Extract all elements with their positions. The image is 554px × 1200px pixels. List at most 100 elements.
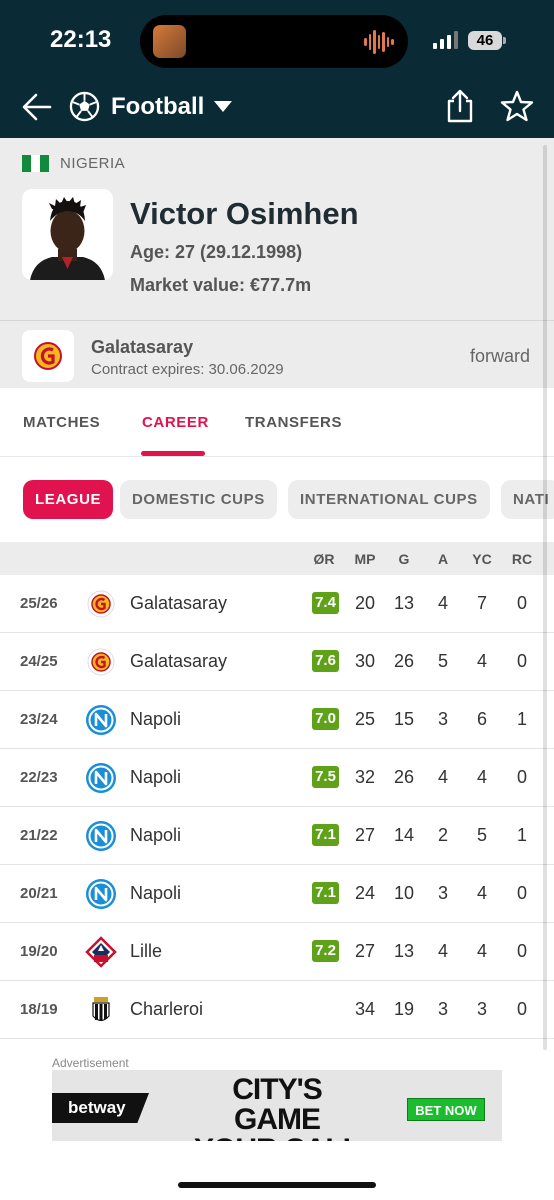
header-goals: G xyxy=(398,551,410,567)
rating-badge: 7.6 xyxy=(312,650,339,672)
tab-career[interactable]: CAREER xyxy=(142,414,209,431)
galatasaray-logo-icon xyxy=(85,646,117,678)
rating-badge: 7.2 xyxy=(312,940,339,962)
charleroi-logo-icon xyxy=(85,994,117,1026)
status-time: 22:13 xyxy=(50,26,112,53)
yc-cell: 3 xyxy=(476,999,487,1019)
yc-cell: 4 xyxy=(476,767,487,787)
chip-international-cups[interactable]: INTERNATIONAL CUPS xyxy=(288,480,490,519)
team-name-cell: Napoli xyxy=(130,767,182,787)
rc-cell: 0 xyxy=(516,941,527,961)
yc-cell: 4 xyxy=(476,883,487,903)
advertisement-area: Advertisement betway CITY'S GAME YOUR CA… xyxy=(0,1054,554,1200)
header-yellow-cards: YC xyxy=(472,551,492,567)
g-cell: 10 xyxy=(393,883,415,903)
mp-cell: 20 xyxy=(354,593,376,613)
team-name-cell: Napoli xyxy=(130,883,182,903)
rating-badge: 7.1 xyxy=(312,882,339,904)
cellular-signal-icon xyxy=(433,31,458,49)
table-row[interactable]: 23/24 Napoli 7.0 25 15 3 6 1 xyxy=(0,691,554,749)
caret-down-icon[interactable] xyxy=(214,101,232,113)
mp-cell: 34 xyxy=(354,999,376,1019)
rating-badge: 7.4 xyxy=(312,592,339,614)
rc-cell: 0 xyxy=(516,593,527,613)
football-icon xyxy=(69,91,100,122)
table-row[interactable]: 21/22 Napoli 7.1 27 14 2 5 1 xyxy=(0,807,554,865)
a-cell: 4 xyxy=(437,767,448,787)
table-row[interactable]: 20/21 Napoli 7.1 24 10 3 4 0 xyxy=(0,865,554,923)
team-name-cell: Napoli xyxy=(130,825,182,845)
table-row[interactable]: 24/25 Galatasaray 7.6 30 26 5 4 0 xyxy=(0,633,554,691)
battery-indicator: 46 xyxy=(468,31,506,50)
ad-banner[interactable]: betway CITY'S GAME YOUR CALL BET NOW xyxy=(52,1070,502,1141)
rc-cell: 0 xyxy=(516,767,527,787)
a-cell: 3 xyxy=(437,709,448,729)
season-cell: 22/23 xyxy=(20,769,58,786)
chip-league[interactable]: LEAGUE xyxy=(23,480,114,519)
napoli-logo-icon xyxy=(85,820,117,852)
favorite-star-icon[interactable] xyxy=(500,89,534,123)
a-cell: 2 xyxy=(437,825,448,845)
galatasaray-logo-icon xyxy=(85,588,117,620)
mp-cell: 30 xyxy=(354,651,376,671)
mp-cell: 27 xyxy=(354,941,376,961)
ad-headline: CITY'S GAME YOUR CALL xyxy=(194,1073,361,1142)
player-market-value: Market value: €77.7m xyxy=(130,275,312,295)
scrollbar[interactable] xyxy=(543,145,547,1050)
a-cell: 4 xyxy=(437,941,448,961)
player-age: Age: 27 (29.12.1998) xyxy=(130,242,303,262)
yc-cell: 4 xyxy=(476,651,487,671)
yc-cell: 7 xyxy=(476,593,487,613)
current-club-row[interactable]: Galatasaray Contract expires: 30.06.2029… xyxy=(0,320,554,388)
yc-cell: 5 xyxy=(476,825,487,845)
season-cell: 20/21 xyxy=(20,885,58,902)
g-cell: 15 xyxy=(393,709,415,729)
back-arrow-icon[interactable] xyxy=(20,90,54,124)
napoli-logo-icon xyxy=(85,704,117,736)
g-cell: 19 xyxy=(393,999,415,1019)
table-row[interactable]: 22/23 Napoli 7.5 32 26 4 4 0 xyxy=(0,749,554,807)
g-cell: 13 xyxy=(393,941,415,961)
season-cell: 24/25 xyxy=(20,653,58,670)
rating-badge: 7.1 xyxy=(312,824,339,846)
mp-cell: 25 xyxy=(354,709,376,729)
chip-domestic-cups[interactable]: DOMESTIC CUPS xyxy=(120,480,277,519)
share-icon[interactable] xyxy=(444,88,476,124)
ad-brand-logo: betway xyxy=(52,1093,149,1123)
header-assists: A xyxy=(437,551,449,567)
table-row[interactable]: 25/26 Galatasaray 7.4 20 13 4 7 0 xyxy=(0,575,554,633)
team-name-cell: Galatasaray xyxy=(130,593,228,613)
season-cell: 23/24 xyxy=(20,711,58,728)
rating-badge: 7.5 xyxy=(312,766,339,788)
lille-logo-icon xyxy=(85,936,117,968)
now-playing-app-icon xyxy=(153,25,186,58)
sport-selector-label[interactable]: Football xyxy=(111,93,204,121)
rc-cell: 0 xyxy=(516,883,527,903)
club-name: Galatasaray xyxy=(91,337,194,357)
table-row[interactable]: 19/20 Lille 7.2 27 13 4 4 0 xyxy=(0,923,554,981)
rc-cell: 0 xyxy=(516,651,527,671)
header-matches-played: MP xyxy=(354,551,376,567)
table-row[interactable]: 18/19 Charleroi 34 19 3 3 0 xyxy=(0,981,554,1039)
g-cell: 14 xyxy=(393,825,415,845)
header-avg-rating: ØR xyxy=(313,551,335,567)
contract-expiry: Contract expires: 30.06.2029 xyxy=(91,361,284,378)
dynamic-island xyxy=(140,15,408,68)
competition-filter-chips: LEAGUE DOMESTIC CUPS INTERNATIONAL CUPS … xyxy=(0,458,554,542)
yc-cell: 4 xyxy=(476,941,487,961)
a-cell: 3 xyxy=(437,883,448,903)
g-cell: 26 xyxy=(393,651,415,671)
ad-cta-button[interactable]: BET NOW xyxy=(407,1098,485,1121)
player-header: NIGERIA Victor Osimhen Age: 27 (29.12.19… xyxy=(0,138,554,320)
a-cell: 3 xyxy=(437,999,448,1019)
team-name-cell: Napoli xyxy=(130,709,182,729)
yc-cell: 6 xyxy=(476,709,487,729)
home-indicator[interactable] xyxy=(178,1182,376,1188)
tab-transfers[interactable]: TRANSFERS xyxy=(245,414,342,431)
advertisement-label: Advertisement xyxy=(52,1056,129,1070)
rc-cell: 1 xyxy=(516,825,527,845)
g-cell: 13 xyxy=(393,593,415,613)
app-header: 22:13 46 Football xyxy=(0,0,554,138)
a-cell: 5 xyxy=(437,651,448,671)
tab-matches[interactable]: MATCHES xyxy=(23,414,100,431)
